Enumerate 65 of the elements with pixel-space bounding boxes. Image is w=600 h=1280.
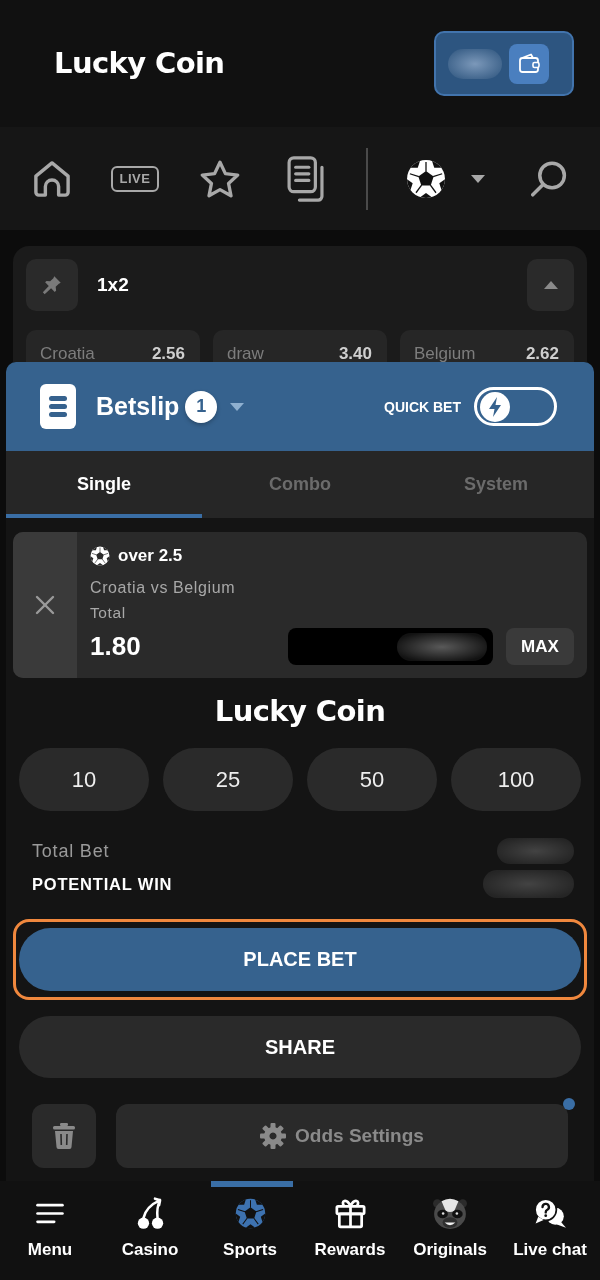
pin-icon — [41, 274, 63, 296]
soccer-ball-icon — [234, 1197, 266, 1229]
bottom-nav-tab[interactable]: Sports — [200, 1181, 300, 1280]
list-icon — [40, 384, 76, 429]
selection-market: over 2.5 — [118, 546, 183, 566]
collapse-button[interactable] — [527, 259, 574, 311]
menu-icon — [36, 1202, 64, 1224]
cherries-icon — [136, 1197, 164, 1229]
betslip-title: Betslip — [96, 392, 180, 421]
bottom-nav-tab[interactable]: Live chat — [500, 1181, 600, 1280]
trash-icon — [53, 1123, 75, 1149]
quick-bet-toggle[interactable] — [474, 387, 557, 426]
quick-stake-button[interactable]: 100 — [451, 748, 581, 811]
trash-button[interactable] — [32, 1104, 96, 1168]
max-button[interactable]: MAX — [506, 628, 574, 665]
selection-odds: 1.80 — [90, 631, 141, 662]
caret-up-icon — [543, 281, 558, 289]
quick-stake-button[interactable]: 50 — [307, 748, 437, 811]
odds-value: 3.40 — [338, 344, 372, 362]
quick-stake-button[interactable]: 25 — [163, 748, 293, 811]
caret-down-icon — [471, 174, 485, 183]
quick-stake-button[interactable]: 10 — [19, 748, 149, 811]
bottom-nav-tab[interactable]: Menu — [0, 1181, 100, 1280]
odds-button[interactable]: Croatia 2.56 — [26, 330, 200, 362]
documents-icon[interactable] — [287, 155, 325, 202]
bottom-nav-tab[interactable]: Casino — [100, 1181, 200, 1280]
selection-type: Total — [90, 603, 127, 623]
gift-icon — [334, 1197, 366, 1229]
odds-value: 2.56 — [151, 344, 185, 362]
market-title: 1x2 — [97, 274, 129, 296]
badger-icon — [432, 1196, 468, 1230]
odds-label: Belgium — [414, 344, 476, 362]
odds-label: draw — [227, 344, 264, 362]
wallet-icon[interactable] — [509, 43, 549, 84]
summary-label: POTENTIAL WIN — [32, 874, 173, 894]
betslip-tab[interactable]: Single — [6, 451, 202, 518]
settings-icon — [260, 1123, 287, 1149]
place-bet-button[interactable]: PLACE BET — [19, 928, 581, 991]
logo: Lucky Coin — [54, 46, 225, 81]
soccer-ball-icon[interactable] — [406, 158, 446, 199]
selection-event: Croatia vs Belgium — [90, 578, 237, 598]
summary-label: Total Bet — [32, 840, 110, 862]
bottom-nav-tab[interactable]: Originals — [400, 1181, 500, 1280]
soccer-ball-icon — [90, 546, 110, 566]
lightning-icon — [480, 391, 510, 422]
stake-input[interactable] — [288, 628, 493, 665]
odds-button[interactable]: Belgium 2.62 — [400, 330, 574, 362]
close-icon — [35, 595, 55, 615]
star-icon[interactable] — [200, 159, 240, 198]
home-icon[interactable] — [33, 160, 71, 197]
share-button[interactable]: SHARE — [19, 1016, 581, 1078]
blurred-balance-placeholder — [448, 48, 502, 79]
live-button[interactable]: LIVE — [111, 165, 159, 192]
chat-bubbles-icon — [533, 1197, 567, 1229]
odds-button[interactable]: draw 3.40 — [213, 330, 387, 362]
quick-bet-label: QUICK BET — [384, 398, 461, 415]
odds-label: Croatia — [40, 344, 95, 362]
logo: Lucky Coin — [214, 693, 386, 729]
count-badge: 1 — [185, 390, 218, 423]
search-icon[interactable] — [531, 160, 567, 197]
caret-down-icon — [230, 402, 245, 411]
odds-settings-button[interactable]: Odds Settings — [116, 1104, 568, 1168]
odds-value: 2.62 — [525, 344, 559, 362]
pin-button[interactable] — [26, 259, 78, 311]
bottom-nav-tab[interactable]: Rewards — [300, 1181, 400, 1280]
